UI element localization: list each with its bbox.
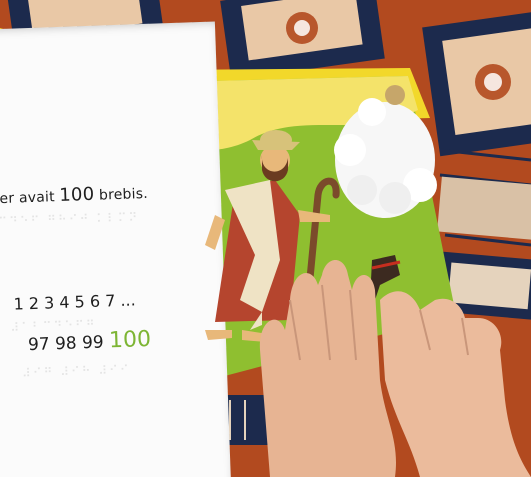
hand-icon <box>259 260 397 477</box>
hands <box>259 260 531 477</box>
hand-icon-right <box>380 291 531 477</box>
photo-scene: erger avait 100 brebis. ⠁⠃⠉⠙⠑⠋ ⠛⠓⠊⠚ ⠅⠇⠍⠝… <box>0 0 531 477</box>
